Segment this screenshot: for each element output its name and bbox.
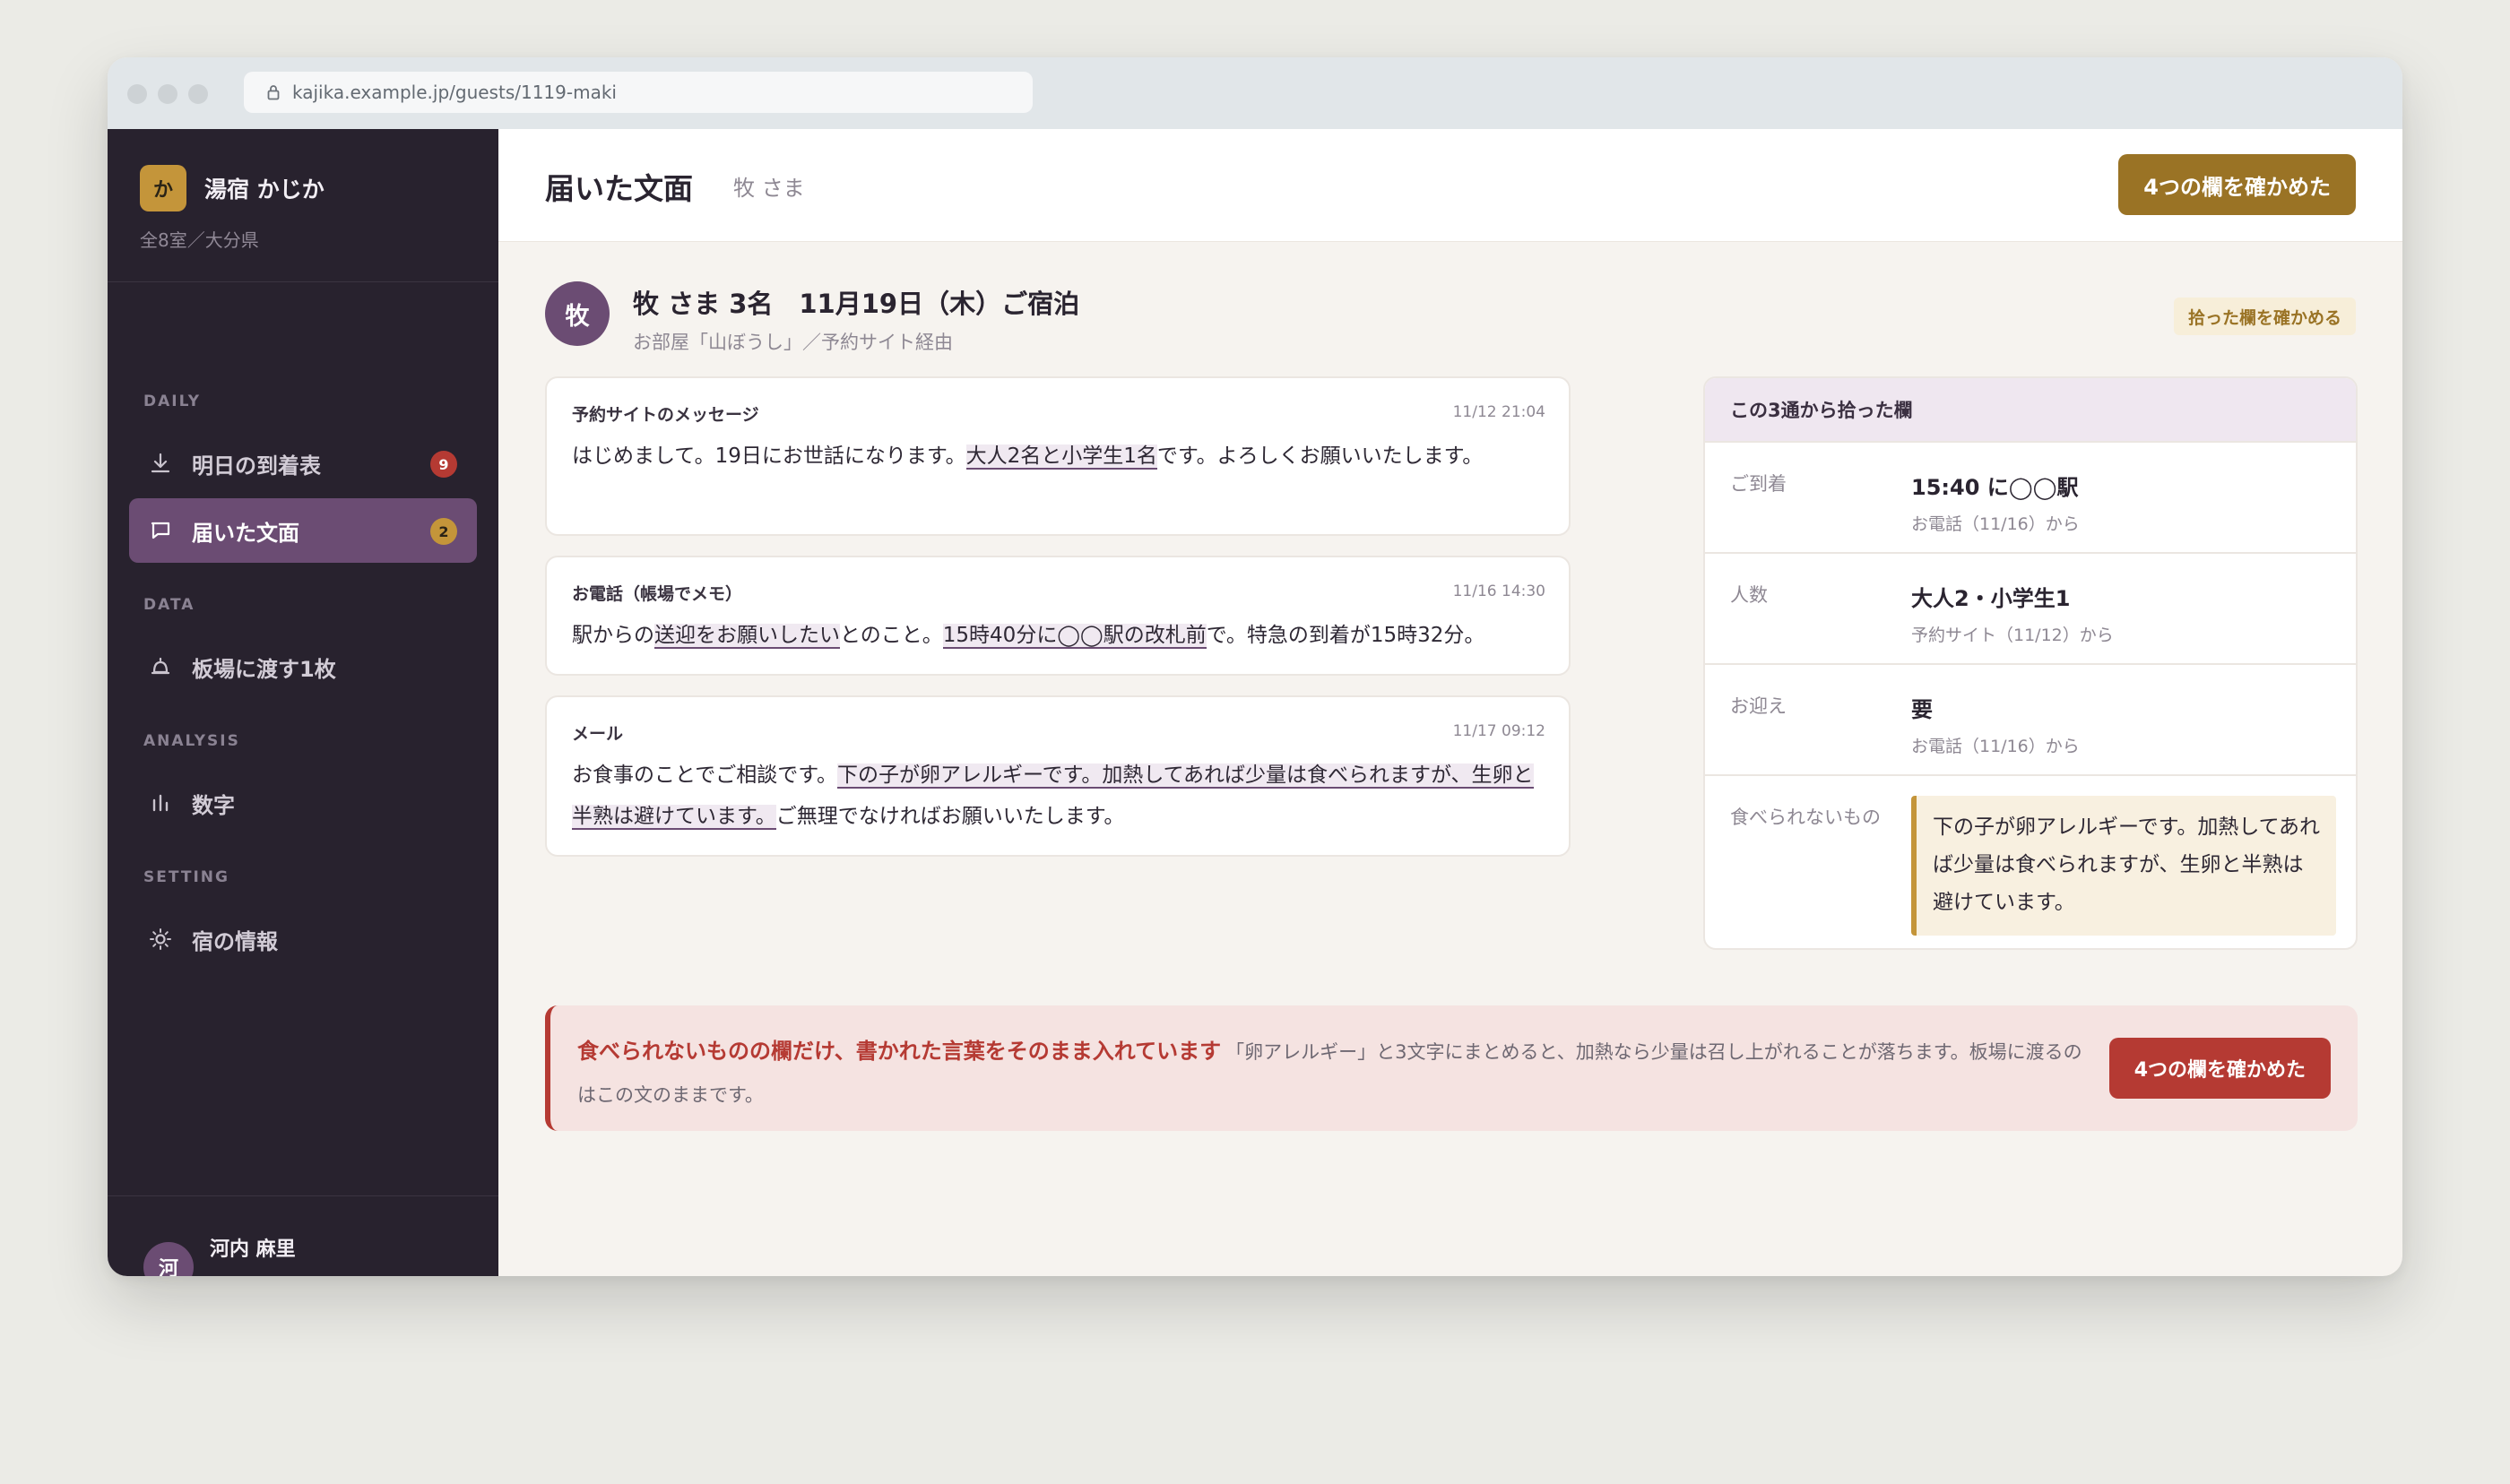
message-text: です。よろしくお願いいたします。 (1156, 444, 1484, 468)
field-row: ご到着 15:40 に◯◯駅 お電話（11/16）から (1705, 441, 2356, 552)
message-source: お電話（帳場でメモ） (572, 584, 743, 604)
brand[interactable]: か 湯宿 かじか (140, 165, 325, 211)
brand-name: 湯宿 かじか (204, 177, 325, 203)
message-body: 駅からの送迎をお願いしたいとのこと。15時40分に◯◯駅の改札前で。特急の到着が… (572, 615, 1549, 656)
page-title: 届いた文面 (545, 171, 693, 206)
field-value[interactable]: 大人2・小学生1 (1911, 581, 2070, 612)
field-label: ご到着 (1730, 473, 1787, 495)
sidebar-item-inn-info[interactable]: 宿の情報 (129, 907, 477, 971)
section-label-data: DATA (143, 596, 195, 614)
message-time: 11/17 09:12 (1452, 722, 1545, 740)
message-time: 11/16 14:30 (1452, 582, 1545, 600)
extracted-fields-panel: この3通から拾った欄 ご到着 15:40 に◯◯駅 お電話（11/16）から 人… (1703, 376, 2358, 950)
field-source: 予約サイト（11/12）から (1911, 626, 2114, 645)
window-maximize-dot[interactable] (188, 84, 208, 104)
guest-avatar: 牧 (545, 281, 610, 346)
brand-subtitle: 全8室／大分県 (140, 229, 259, 251)
browser-titlebar: kajika.example.jp/guests/1119-maki (108, 57, 2402, 129)
allergy-alert: 食べられないものの欄だけ、書かれた言葉をそのまま入れています 「卵アレルギー」と… (545, 1005, 2358, 1131)
count-badge: 2 (430, 518, 457, 545)
sidebar: か 湯宿 かじか 全8室／大分県 DAILY 明日の到着表 9 届いた文面 2 … (108, 129, 498, 1276)
message-source: メール (572, 724, 624, 744)
field-source: お電話（11/16）から (1911, 737, 2080, 756)
panel-title: この3通から拾った欄 (1705, 378, 2356, 441)
window-minimize-dot[interactable] (158, 84, 177, 104)
lock-icon (267, 85, 280, 100)
message-text: ご無理でなければお願いいたします。 (775, 805, 1125, 828)
sun-icon (150, 928, 171, 950)
message-body: お食事のことでご相談です。下の子が卵アレルギーです。加熱してあれば少量は食べられ… (572, 755, 1549, 837)
sidebar-item-label: 宿の情報 (192, 928, 278, 954)
field-value[interactable]: 15:40 に◯◯駅 (1911, 470, 2078, 501)
message-text: はじめまして。19日にお世話になります。 (572, 444, 966, 468)
sidebar-item-label: 明日の到着表 (192, 453, 321, 479)
message-source: 予約サイトのメッセージ (572, 405, 759, 425)
alert-text: 食べられないものの欄だけ、書かれた言葉をそのまま入れています 「卵アレルギー」と… (577, 1031, 2083, 1117)
message-text: とのこと。 (840, 624, 943, 647)
field-row: 食べられないもの 下の子が卵アレルギーです。加熱してあれば少量は食べられますが、… (1705, 774, 2356, 948)
sidebar-item-arrivals[interactable]: 明日の到着表 9 (129, 431, 477, 496)
guest-title: 牧 さま 3名 11月19日（木）ご宿泊 (633, 289, 1080, 319)
field-source: お電話（11/16）から (1911, 514, 2080, 534)
message-text: で。特急の到着が15時32分。 (1206, 624, 1485, 647)
main-content: 牧 牧 さま 3名 11月19日（木）ご宿泊 お部屋「山ぼうし」／予約サイト経由… (498, 242, 2402, 1276)
bell-icon (151, 657, 170, 675)
brand-logo: か (140, 165, 186, 211)
section-label-daily: DAILY (143, 393, 202, 410)
message-text: 駅からの (572, 624, 654, 647)
section-label-setting: SETTING (143, 868, 229, 886)
field-label: 人数 (1730, 584, 1768, 606)
sidebar-divider (108, 281, 498, 282)
highlighted-text[interactable]: 15時40分に◯◯駅の改札前 (942, 624, 1207, 649)
confirm-fields-button[interactable]: 4つの欄を確かめた (2118, 154, 2356, 215)
field-label: 食べられないもの (1730, 807, 1881, 828)
count-badge: 9 (430, 451, 457, 478)
sidebar-item-label: 届いた文面 (192, 520, 299, 546)
page-guest-name: 牧 さま (733, 176, 805, 201)
window-close-dot[interactable] (127, 84, 147, 104)
browser-window: kajika.example.jp/guests/1119-maki か 湯宿 … (108, 57, 2402, 1276)
message-card: 予約サイトのメッセージ 11/12 21:04 はじめまして。19日にお世話にな… (545, 376, 1571, 536)
bar-chart-icon (152, 794, 169, 812)
message-card: お電話（帳場でメモ） 11/16 14:30 駅からの送迎をお願いしたいとのこと… (545, 556, 1571, 676)
download-icon (151, 453, 170, 473)
address-bar[interactable]: kajika.example.jp/guests/1119-maki (244, 72, 1033, 113)
alert-heading: 食べられないものの欄だけ、書かれた言葉をそのまま入れています (577, 1039, 1222, 1064)
highlighted-text[interactable]: 大人2名と小学生1名 (965, 444, 1157, 470)
review-fields-tag[interactable]: 拾った欄を確かめる (2173, 298, 2356, 335)
message-time: 11/12 21:04 (1452, 403, 1545, 421)
guest-subtitle: お部屋「山ぼうし」／予約サイト経由 (633, 332, 953, 353)
field-value[interactable]: 要 (1911, 692, 1933, 723)
user-profile[interactable]: 河 河内 麻里 帳場 (143, 1233, 296, 1276)
highlighted-text[interactable]: 送迎をお願いしたい (654, 624, 840, 649)
alert-confirm-button[interactable]: 4つの欄を確かめた (2108, 1038, 2331, 1099)
field-row: お迎え 要 お電話（11/16）から (1705, 663, 2356, 774)
allergy-quote[interactable]: 下の子が卵アレルギーです。加熱してあれば少量は食べられますが、生卵と半熟は避けて… (1911, 796, 2336, 936)
sidebar-item-label: 数字 (192, 792, 235, 818)
field-label: お迎え (1730, 695, 1787, 717)
user-name: 河内 麻里 (210, 1238, 296, 1261)
message-icon (151, 522, 170, 539)
message-text: お食事のことでご相談です。 (572, 764, 838, 787)
sidebar-item-label: 板場に渡す1枚 (192, 656, 336, 682)
avatar: 河 (143, 1241, 194, 1276)
sidebar-item-numbers[interactable]: 数字 (129, 771, 477, 835)
sidebar-item-kitchen-sheet[interactable]: 板場に渡す1枚 (129, 634, 477, 699)
message-card: メール 11/17 09:12 お食事のことでご相談です。下の子が卵アレルギーで… (545, 695, 1571, 857)
section-label-analysis: ANALYSIS (143, 732, 240, 750)
sidebar-item-messages[interactable]: 届いた文面 2 (129, 498, 477, 563)
field-row: 人数 大人2・小学生1 予約サイト（11/12）から (1705, 552, 2356, 663)
page-header: 届いた文面 牧 さま 4つの欄を確かめた (498, 129, 2402, 242)
sidebar-divider-bottom (108, 1195, 498, 1196)
url-text: kajika.example.jp/guests/1119-maki (292, 82, 617, 103)
message-body: はじめまして。19日にお世話になります。大人2名と小学生1名です。よろしくお願い… (572, 436, 1549, 477)
